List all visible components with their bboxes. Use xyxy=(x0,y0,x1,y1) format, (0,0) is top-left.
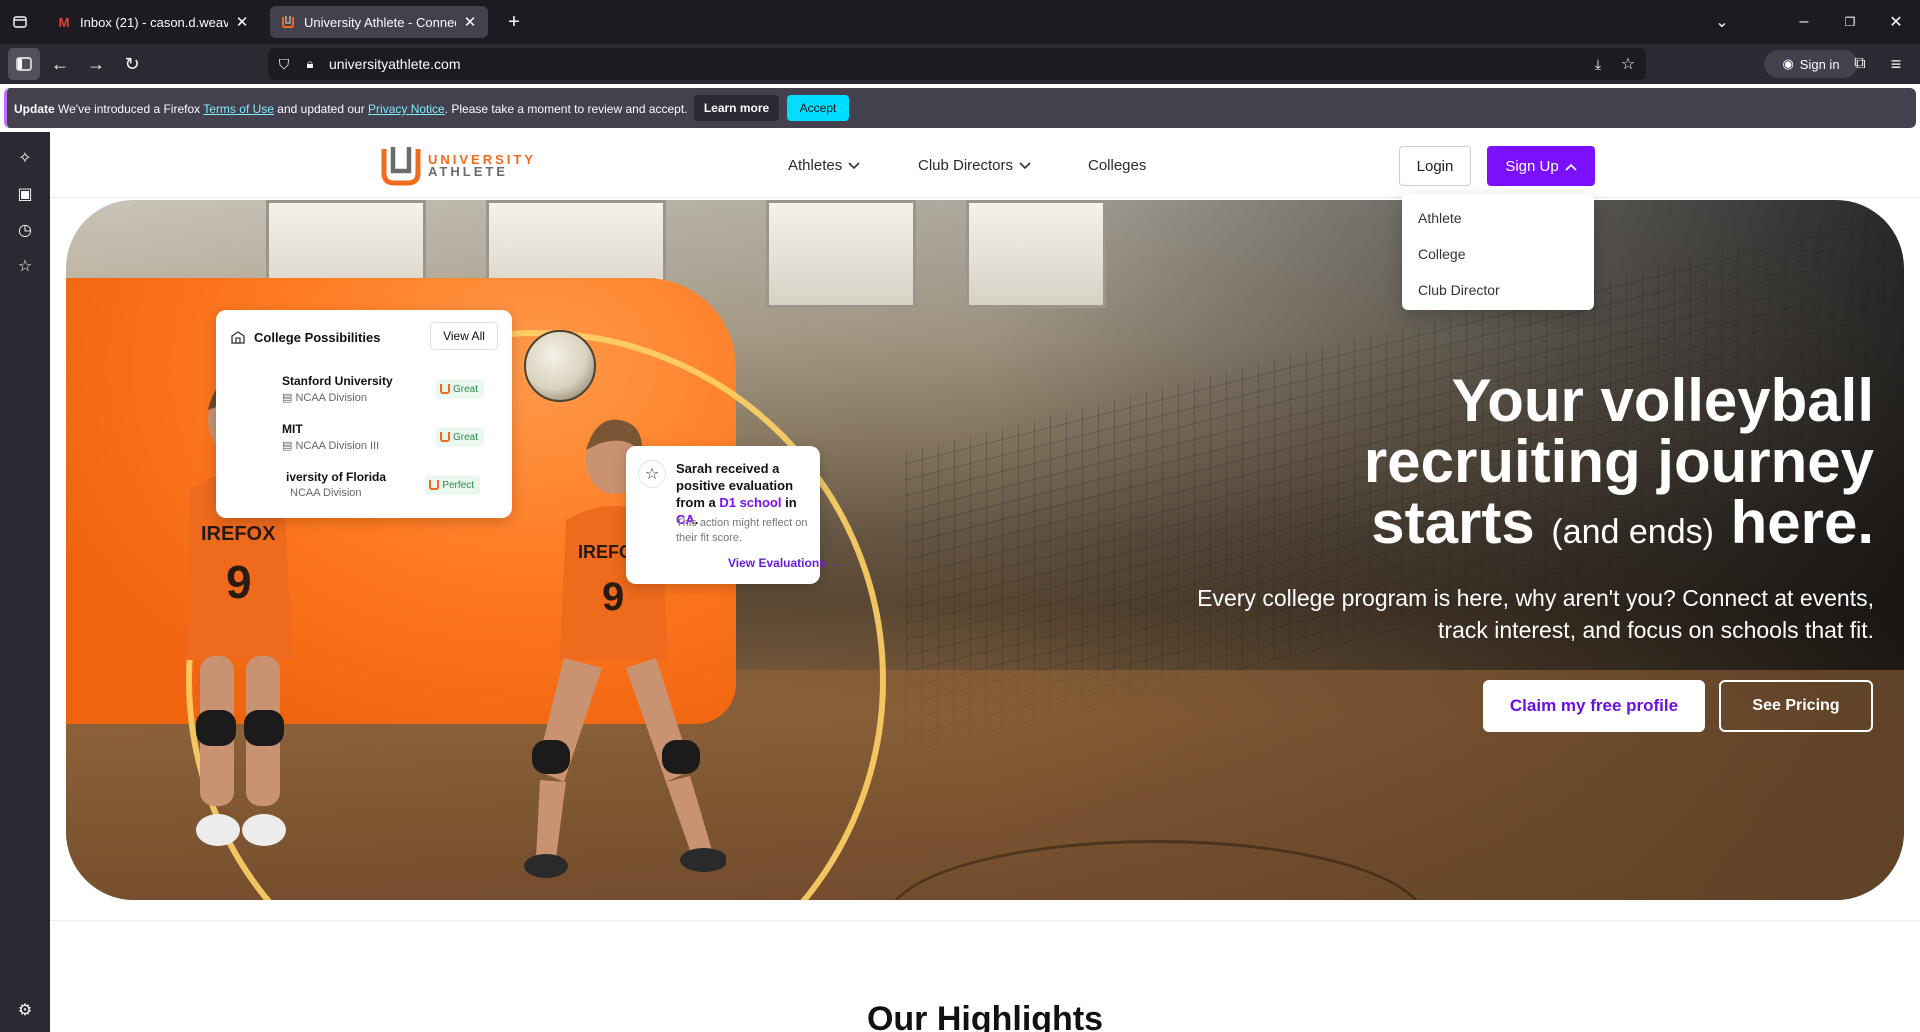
terms-of-use-link[interactable]: Terms of Use xyxy=(203,102,274,116)
logo-wordmark[interactable]: UNIVERSITY ATHLETE xyxy=(428,153,536,178)
view-evaluations-link[interactable]: View Evaluations → xyxy=(728,556,841,570)
fit-badge: Great xyxy=(435,379,484,399)
accept-button[interactable]: Accept xyxy=(787,95,849,121)
fit-badge: Perfect xyxy=(425,475,480,495)
gym-window xyxy=(966,200,1106,308)
save-to-pocket-icon[interactable]: ⤓ xyxy=(1588,54,1608,74)
extensions-icon[interactable]: ⧉ xyxy=(1848,52,1872,76)
see-pricing-button[interactable]: See Pricing xyxy=(1719,680,1873,732)
hero-headline: Your volleyball recruiting journey start… xyxy=(1363,367,1874,556)
close-icon[interactable]: ✕ xyxy=(234,13,250,31)
history-icon[interactable]: ◷ xyxy=(13,218,37,242)
reload-icon[interactable]: ↻ xyxy=(120,52,144,76)
privacy-notice-link[interactable]: Privacy Notice xyxy=(368,102,445,116)
sign-up-dropdown-menu: Athlete College Club Director xyxy=(1402,194,1594,310)
tab-university-athlete[interactable]: University Athlete - Connect Ath ✕ xyxy=(270,6,488,38)
back-icon[interactable]: ← xyxy=(48,52,72,76)
menu-item-college[interactable]: College xyxy=(1418,246,1465,262)
nav-colleges[interactable]: Colleges xyxy=(1088,157,1146,174)
gmail-icon: M xyxy=(58,14,70,30)
url-text[interactable]: universityathlete.com xyxy=(329,56,461,72)
shield-icon[interactable]: ⛉ xyxy=(274,54,294,74)
forward-icon[interactable]: → xyxy=(84,52,108,76)
hero-subtext: Every college program is here, why aren'… xyxy=(1197,585,1874,643)
menu-icon[interactable]: ≡ xyxy=(1884,52,1908,76)
restore-icon[interactable]: ❐ xyxy=(1838,10,1862,34)
list-item[interactable]: iversity of Florida NCAA Division Perfec… xyxy=(226,464,502,508)
site-header: UNIVERSITY ATHLETE Athletes Club Directo… xyxy=(50,132,1920,198)
nav-athletes[interactable]: Athletes xyxy=(788,157,860,174)
sign-up-button[interactable]: Sign Up xyxy=(1487,146,1595,186)
college-possibilities-title: College Possibilities xyxy=(254,330,381,345)
new-tab-icon[interactable]: + xyxy=(502,10,526,34)
chevron-down-icon xyxy=(1019,157,1031,174)
ai-sparkle-icon[interactable]: ✧ xyxy=(13,146,37,170)
web-page: UNIVERSITY ATHLETE Athletes Club Directo… xyxy=(50,132,1920,1032)
ua-badge-icon xyxy=(439,432,450,442)
sidebar-toggle-icon[interactable] xyxy=(8,48,40,80)
evaluation-subtext: This action might reflect on their fit s… xyxy=(676,517,808,544)
college-possibilities-card: College Possibilities View All Stanford … xyxy=(216,310,512,518)
tab-list-icon[interactable] xyxy=(8,10,32,34)
evaluation-notification-card: ☆ Sarah received a positive evaluation f… xyxy=(626,446,841,584)
volleyball-image xyxy=(524,330,596,402)
browser-sidebar: ✧ ▣ ◷ ☆ ⚙ xyxy=(0,132,50,1032)
jersey-number-text: 9 xyxy=(602,575,624,619)
ua-badge-icon xyxy=(439,384,450,394)
list-item[interactable]: Stanford University ▤ NCAA Division Grea… xyxy=(226,368,502,412)
section-divider xyxy=(50,920,1920,921)
chevron-up-icon xyxy=(1565,158,1577,175)
view-all-button[interactable]: View All xyxy=(430,322,498,350)
university-athlete-logo-icon[interactable] xyxy=(380,145,422,187)
fit-badge: Great xyxy=(435,427,484,447)
account-icon[interactable]: ◉ Sign in xyxy=(1764,50,1858,78)
user-circle-icon: ◉ xyxy=(1782,56,1794,71)
arrow-right-icon: → xyxy=(829,556,842,570)
star-icon: ☆ xyxy=(638,460,666,488)
notification-text: Update We've introduced a Firefox Terms … xyxy=(14,102,688,116)
ua-badge-icon xyxy=(429,480,440,490)
highlights-heading: Our Highlights xyxy=(866,1000,1104,1032)
browser-tab-bar: M Inbox (21) - cason.d.weaver@gm ✕ Unive… xyxy=(0,0,1920,44)
jersey-number-text: 9 xyxy=(226,556,252,608)
ua-icon xyxy=(280,14,296,30)
login-button[interactable]: Login xyxy=(1399,146,1471,186)
division-icon: ▤ xyxy=(282,392,296,404)
gym-window xyxy=(766,200,916,308)
window-close-icon[interactable]: ✕ xyxy=(1884,10,1908,34)
url-bar[interactable] xyxy=(268,48,1646,80)
claim-free-profile-button[interactable]: Claim my free profile xyxy=(1483,680,1705,732)
close-icon[interactable]: ✕ xyxy=(462,13,478,31)
division-icon: ▤ xyxy=(282,440,296,452)
settings-gear-icon[interactable]: ⚙ xyxy=(13,998,37,1022)
tab-gmail[interactable]: M Inbox (21) - cason.d.weaver@gm ✕ xyxy=(46,6,260,38)
hero-section: IREFOX 9 IREFOX 9 College Possibilities … xyxy=(66,200,1904,900)
bookmarks-icon[interactable]: ☆ xyxy=(13,254,37,278)
jersey-team-text: IREFOX xyxy=(201,523,276,545)
chevron-down-icon[interactable]: ⌄ xyxy=(1710,10,1734,34)
list-item[interactable]: MIT ▤ NCAA Division III Great xyxy=(226,416,502,460)
school-building-icon xyxy=(231,331,245,344)
bookmark-star-icon[interactable]: ☆ xyxy=(1618,54,1638,74)
nav-club-directors[interactable]: Club Directors xyxy=(918,157,1031,174)
chevron-down-icon xyxy=(848,157,860,174)
learn-more-button[interactable]: Learn more xyxy=(694,95,779,121)
menu-item-athlete[interactable]: Athlete xyxy=(1418,210,1462,226)
lock-icon[interactable]: 🔒︎ xyxy=(300,54,320,74)
synced-tabs-icon[interactable]: ▣ xyxy=(13,182,37,206)
minimize-icon[interactable]: – xyxy=(1792,10,1816,34)
menu-item-club-director[interactable]: Club Director xyxy=(1418,282,1500,298)
